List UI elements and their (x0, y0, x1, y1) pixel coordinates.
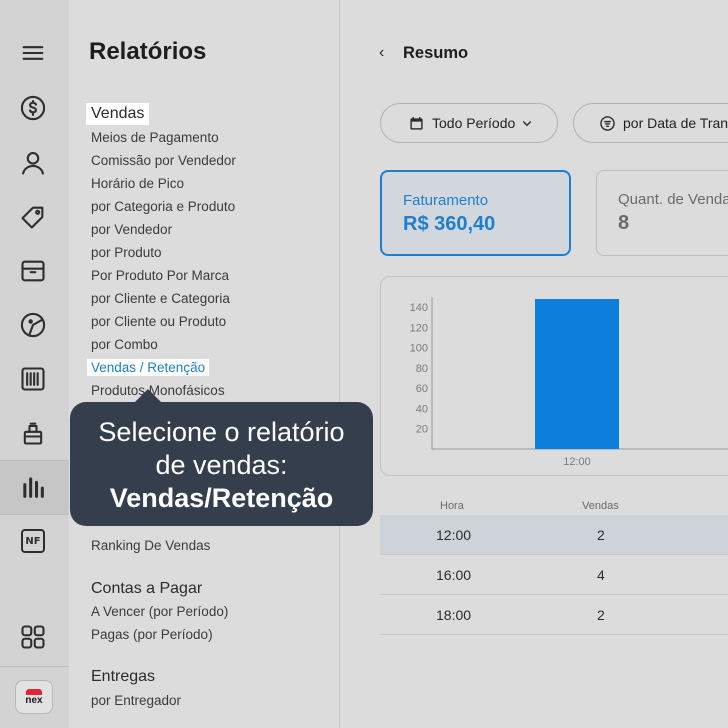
icon-rail: NF nex (0, 0, 69, 728)
report-por-produto[interactable]: por Produto (91, 245, 162, 260)
report-por-combo[interactable]: por Combo (91, 337, 158, 352)
report-por-cliente-ou-produto[interactable]: por Cliente ou Produto (91, 314, 226, 329)
cell-hora: 16:00 (436, 567, 472, 583)
nex-logo[interactable]: nex (15, 680, 53, 714)
col-header-vendas: Vendas (582, 500, 619, 512)
group-vendas[interactable]: Vendas (86, 103, 150, 125)
tooltip-line-1: Selecione o relatório (98, 417, 345, 447)
tag-icon[interactable] (17, 201, 49, 233)
barcode-icon[interactable] (17, 363, 49, 395)
calendar-icon (410, 116, 423, 130)
box-icon[interactable] (17, 255, 49, 287)
page-title: Resumo (403, 44, 469, 62)
card-label: Quant. de Vendas (618, 191, 728, 208)
card-quant-vendas[interactable]: Quant. de Vendas 8 (596, 170, 728, 256)
reports-panel: Relatórios Vendas Meios de Pagamento Com… (69, 0, 340, 728)
report-por-categoria-e-produto[interactable]: por Categoria e Produto (91, 199, 235, 214)
card-label: Faturamento (403, 192, 489, 209)
date-type-filter-label: por Data de Transação (623, 115, 728, 131)
y-tick-label: 40 (416, 403, 428, 415)
card-value: 8 (618, 212, 630, 234)
table-row[interactable]: 12:00 2 (380, 515, 728, 555)
date-type-filter[interactable]: por Data de Transação (573, 103, 728, 143)
panel-title: Relatórios (89, 38, 207, 65)
y-tick-label: 60 (416, 383, 428, 395)
kitchen-icon[interactable] (17, 417, 49, 449)
nf-icon[interactable]: NF (17, 525, 49, 557)
cell-hora: 12:00 (436, 527, 472, 543)
rail-divider (0, 666, 69, 667)
report-ranking-de-vendas[interactable]: Ranking De Vendas (91, 538, 210, 553)
y-tick-label: 80 (416, 363, 428, 375)
user-icon[interactable] (17, 147, 49, 179)
filter-icon (600, 115, 615, 131)
report-comissao-por-vendedor[interactable]: Comissão por Vendedor (91, 153, 236, 168)
nf-icon-label: NF (21, 529, 45, 553)
cell-vendas: 2 (597, 527, 605, 543)
bar-1200 (535, 299, 619, 449)
main-content: ‹ Resumo Todo Período por Data de Transa… (341, 0, 728, 728)
rail-divider (0, 514, 69, 515)
cell-vendas: 4 (597, 567, 605, 583)
tooltip-line-2: de vendas: (155, 450, 288, 480)
chevron-down-icon (523, 121, 532, 127)
report-por-vendedor[interactable]: por Vendedor (91, 222, 172, 237)
y-tick-label: 140 (410, 302, 428, 314)
instruction-tooltip: Selecione o relatório de vendas: Vendas/… (70, 389, 373, 526)
report-pagas[interactable]: Pagas (por Período) (91, 627, 213, 642)
cell-hora: 18:00 (436, 607, 472, 623)
menu-icon[interactable] (17, 37, 49, 69)
card-value: R$ 360,40 (403, 213, 496, 235)
report-a-vencer[interactable]: A Vencer (por Período) (91, 604, 228, 619)
bar-chart-icon[interactable] (17, 471, 49, 503)
group-contas-a-pagar[interactable]: Contas a Pagar (91, 580, 202, 598)
apps-grid-icon[interactable] (17, 621, 49, 653)
dollar-icon[interactable] (17, 92, 49, 124)
nex-logo-text: nex (25, 694, 43, 706)
back-arrow-icon[interactable]: ‹ (379, 44, 384, 62)
group-entregas[interactable]: Entregas (91, 668, 155, 686)
nex-logo-mark (26, 688, 42, 695)
table-row[interactable]: 18:00 2 (380, 595, 728, 635)
chart-svg: 20 40 60 80 100 120 140 12:00 (410, 297, 728, 468)
period-filter-label: Todo Período (432, 115, 516, 131)
pizza-icon[interactable] (17, 309, 49, 341)
period-filter-dropdown[interactable]: Todo Período (380, 103, 558, 143)
report-meios-de-pagamento[interactable]: Meios de Pagamento (91, 130, 219, 145)
report-vendas-retencao[interactable]: Vendas / Retenção (87, 359, 210, 376)
y-tick-label: 100 (410, 343, 428, 355)
y-tick-label: 120 (410, 322, 428, 334)
tooltip-line-3: Vendas/Retenção (109, 483, 334, 513)
cell-vendas: 2 (597, 607, 605, 623)
col-header-hora: Hora (440, 500, 464, 512)
rail-divider (0, 460, 69, 461)
report-por-produto-por-marca[interactable]: Por Produto Por Marca (91, 268, 229, 283)
table-row[interactable]: 16:00 4 (380, 555, 728, 595)
x-tick-label: 12:00 (563, 456, 591, 468)
report-por-cliente-e-categoria[interactable]: por Cliente e Categoria (91, 291, 230, 306)
card-faturamento[interactable]: Faturamento R$ 360,40 (380, 170, 571, 256)
report-horario-de-pico[interactable]: Horário de Pico (91, 176, 184, 191)
report-por-entregador[interactable]: por Entregador (91, 693, 181, 708)
sales-chart: 20 40 60 80 100 120 140 12:00 (380, 276, 728, 476)
y-tick-label: 20 (416, 424, 428, 436)
